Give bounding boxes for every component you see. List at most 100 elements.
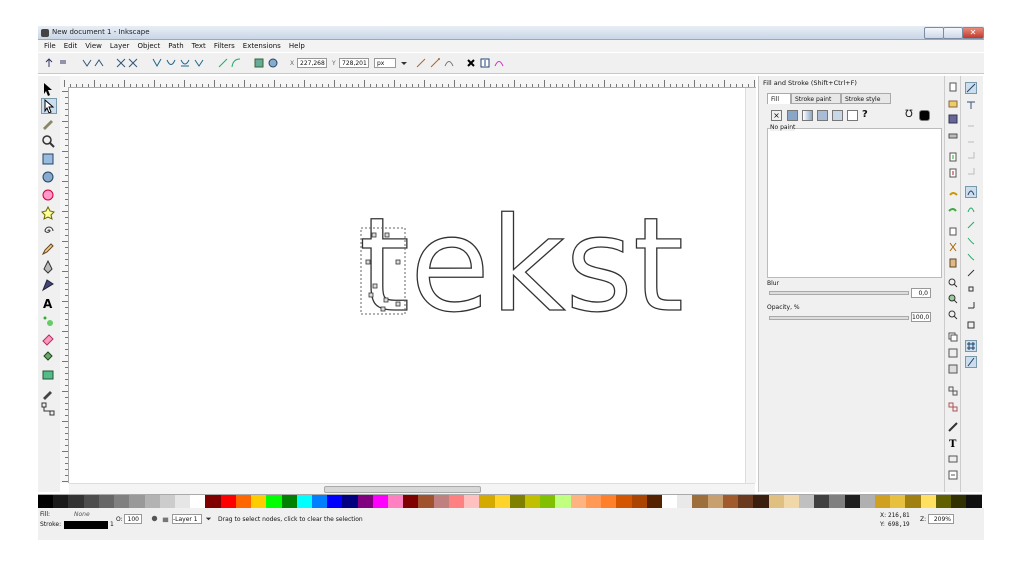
snap-bbox-icon[interactable] [966, 100, 976, 110]
auto-smooth-node-icon[interactable] [194, 58, 204, 68]
palette-swatch[interactable] [281, 495, 297, 508]
zoom-drawing-icon[interactable] [948, 294, 958, 304]
palette-swatch[interactable] [768, 495, 784, 508]
blur-value-field[interactable]: 0,0 [911, 288, 931, 298]
linear-gradient-button[interactable] [802, 110, 813, 121]
menu-file[interactable]: File [44, 40, 56, 52]
zoom-selection-icon[interactable] [948, 278, 958, 288]
gradient-tool-icon[interactable] [41, 368, 55, 382]
segment-line-icon[interactable] [218, 58, 228, 68]
join-segment-icon[interactable] [116, 58, 126, 68]
palette-swatch[interactable] [844, 495, 860, 508]
snap-bbox-edges-icon[interactable] [966, 118, 976, 128]
show-transform-handles-icon[interactable] [416, 58, 426, 68]
palette-swatch[interactable] [646, 495, 662, 508]
palette-swatch[interactable] [798, 495, 815, 508]
palette-swatch[interactable] [707, 495, 723, 508]
symmetric-node-icon[interactable] [180, 58, 190, 68]
save-icon[interactable] [948, 114, 958, 124]
palette-swatch[interactable] [311, 495, 328, 508]
unit-dropdown-icon[interactable] [399, 58, 409, 68]
palette-swatch[interactable] [53, 495, 69, 508]
palette-swatch[interactable] [540, 495, 556, 508]
pencil-tool-icon[interactable] [41, 242, 55, 256]
palette-swatch[interactable] [920, 495, 936, 508]
snap-intersections-icon[interactable] [966, 220, 976, 230]
palette-swatch[interactable] [205, 495, 221, 508]
break-path-icon[interactable] [94, 58, 104, 68]
snap-bbox-corners-icon[interactable] [966, 134, 976, 144]
palette-swatch[interactable] [464, 495, 480, 508]
blur-slider[interactable] [769, 291, 909, 295]
palette-swatch[interactable] [235, 495, 252, 508]
paint-bucket-tool-icon[interactable] [41, 350, 55, 364]
palette-swatch[interactable] [616, 495, 632, 508]
palette-swatch[interactable] [83, 495, 99, 508]
drawing-canvas[interactable]: tekst [69, 88, 745, 483]
palette-swatch[interactable] [875, 495, 891, 508]
duplicate-icon[interactable] [948, 332, 958, 342]
horizontal-scroll-thumb[interactable] [324, 486, 481, 493]
stroke-color-swatch[interactable] [64, 521, 108, 529]
paste-icon[interactable] [948, 258, 958, 268]
text-font-icon[interactable]: T [948, 438, 958, 448]
palette-swatch[interactable] [509, 495, 525, 508]
ungroup-icon[interactable] [948, 402, 958, 412]
snap-bbox-midpoints-icon[interactable] [966, 150, 976, 160]
palette-swatch[interactable] [661, 495, 678, 508]
edit-clip-path-icon[interactable] [466, 58, 476, 68]
menu-path[interactable]: Path [168, 40, 183, 52]
palette-swatch[interactable] [220, 495, 236, 508]
connector-tool-icon[interactable] [41, 402, 55, 416]
no-paint-button[interactable]: × [771, 110, 782, 121]
palette-swatch[interactable] [266, 495, 282, 508]
tab-stroke-style[interactable]: Stroke style [841, 93, 891, 104]
spiral-tool-icon[interactable] [41, 224, 55, 238]
rectangle-tool-icon[interactable] [41, 152, 55, 166]
flat-color-button[interactable] [787, 110, 798, 121]
snap-guides-icon[interactable] [965, 356, 977, 368]
object-opacity-field[interactable]: 100 [124, 514, 142, 524]
palette-swatch[interactable] [722, 495, 739, 508]
object-to-path-icon[interactable] [254, 58, 264, 68]
palette-swatch[interactable] [601, 495, 617, 508]
open-icon[interactable] [948, 98, 958, 108]
selector-tool-icon[interactable] [41, 82, 55, 96]
palette-swatch[interactable] [951, 495, 967, 508]
palette-swatch[interactable] [144, 495, 160, 508]
snap-cusp-nodes-icon[interactable] [966, 236, 976, 246]
color-palette[interactable] [38, 494, 982, 509]
align-distribute-icon[interactable] [948, 470, 958, 480]
close-button[interactable]: ✕ [962, 27, 984, 39]
zoom-page-icon[interactable] [948, 310, 958, 320]
maximize-button[interactable] [943, 27, 963, 39]
palette-swatch[interactable] [890, 495, 906, 508]
palette-swatch[interactable] [829, 495, 845, 508]
current-layer-select[interactable]: -Layer 1 [172, 514, 202, 524]
new-document-icon[interactable] [948, 82, 958, 92]
tab-stroke-paint[interactable]: Stroke paint [791, 93, 841, 104]
horizontal-scrollbar[interactable] [69, 483, 755, 494]
palette-swatch[interactable] [372, 495, 389, 508]
palette-swatch[interactable] [859, 495, 876, 508]
pattern-button[interactable] [832, 110, 843, 121]
palette-swatch[interactable] [585, 495, 602, 508]
delete-node-icon[interactable] [58, 58, 68, 68]
fill-indicator-value[interactable]: None [74, 511, 90, 518]
palette-swatch[interactable] [296, 495, 312, 508]
snap-paths-icon[interactable] [966, 204, 976, 214]
opacity-slider[interactable] [769, 316, 909, 320]
palette-swatch[interactable] [753, 495, 769, 508]
fill-rule-evenodd-icon[interactable]: ℧ [905, 110, 916, 121]
zoom-tool-icon[interactable] [41, 134, 55, 148]
swatch-button[interactable] [847, 110, 858, 121]
export-icon[interactable] [948, 168, 958, 178]
palette-swatch[interactable] [98, 495, 115, 508]
palette-swatch[interactable] [814, 495, 830, 508]
smooth-node-icon[interactable] [166, 58, 176, 68]
palette-swatch[interactable] [631, 495, 647, 508]
menu-edit[interactable]: Edit [64, 40, 78, 52]
redo-icon[interactable] [948, 206, 958, 216]
zoom-field[interactable]: 209% [928, 514, 954, 524]
palette-swatch[interactable] [905, 495, 921, 508]
